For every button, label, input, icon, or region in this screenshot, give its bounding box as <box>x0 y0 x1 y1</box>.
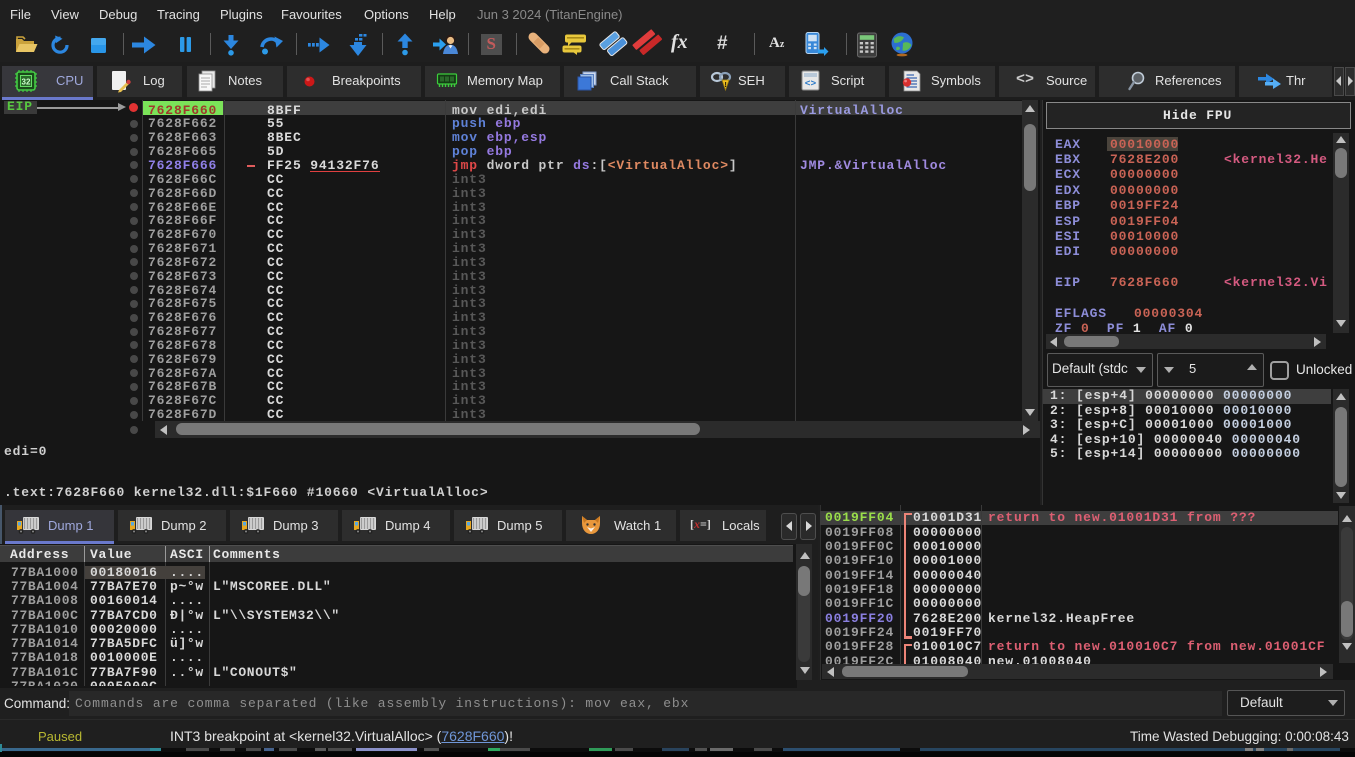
svg-text:<>: <> <box>805 78 817 89</box>
svg-text:!: ! <box>725 82 727 89</box>
svg-text:32: 32 <box>22 78 31 87</box>
